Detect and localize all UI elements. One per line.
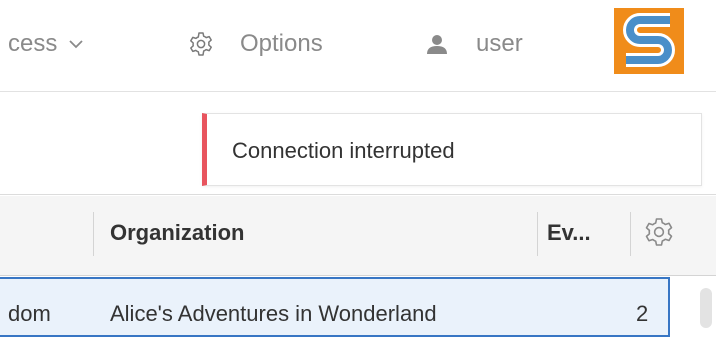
cell-events: 2 xyxy=(636,301,649,326)
column-header-events[interactable]: Ev... xyxy=(547,220,591,246)
cell-name: dom xyxy=(8,301,51,326)
table-header: Organization Ev... xyxy=(0,196,716,276)
nav-process-label: cess xyxy=(8,30,58,57)
top-navbar: cess Options user xyxy=(0,0,716,92)
chevron-down-icon xyxy=(69,40,83,49)
user-icon xyxy=(427,35,447,54)
column-settings-gear-icon[interactable] xyxy=(643,216,675,248)
nav-options-label: Options xyxy=(240,30,323,57)
brand-logo[interactable] xyxy=(614,8,684,74)
table-row[interactable]: dom Alice's Adventures in Wonderland 2 xyxy=(0,277,670,337)
logo-s-icon xyxy=(614,8,684,74)
toast-message: Connection interrupted xyxy=(232,138,455,163)
nav-options-menu[interactable]: Options xyxy=(188,28,323,60)
gear-icon xyxy=(190,32,212,56)
cell-organization: Alice's Adventures in Wonderland xyxy=(110,301,437,326)
notification-toast: Connection interrupted xyxy=(202,113,702,186)
scrollbar-thumb[interactable] xyxy=(700,288,712,328)
nav-user-label: user xyxy=(476,30,523,57)
column-divider xyxy=(630,212,631,256)
nav-user-menu[interactable]: user xyxy=(426,28,523,60)
column-header-organization[interactable]: Organization xyxy=(110,220,244,246)
nav-process-menu[interactable]: cess xyxy=(8,28,83,60)
column-divider[interactable] xyxy=(93,212,94,256)
column-divider[interactable] xyxy=(537,212,538,256)
